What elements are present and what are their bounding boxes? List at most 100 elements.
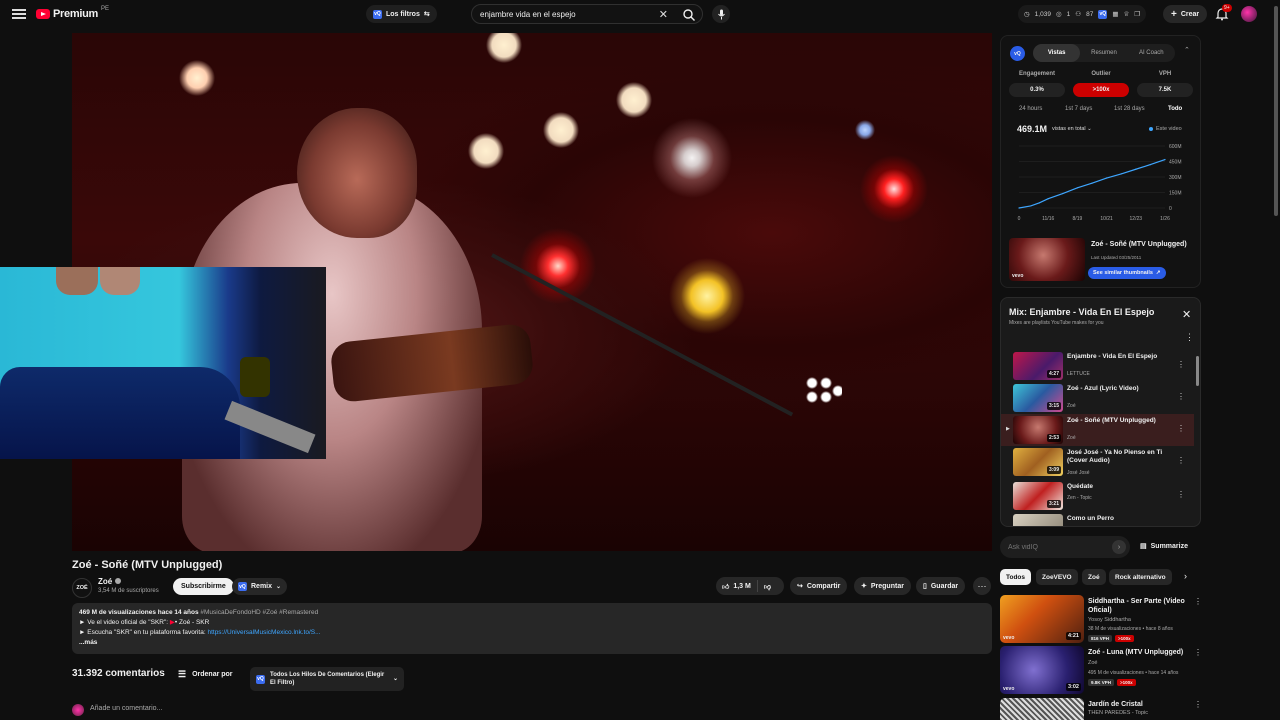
see-similar-thumbnails-button[interactable]: See similar thumbnails ↗ <box>1088 267 1166 279</box>
channel-name-text[interactable]: Zoé <box>98 577 112 586</box>
similar-video-thumbnail[interactable]: vevo <box>1009 238 1085 281</box>
range-all[interactable]: Todo <box>1168 106 1182 112</box>
vidiq-icon: vQ <box>373 9 382 19</box>
filters-button[interactable]: vQ Los filtros ⇆ <box>366 5 437 23</box>
more-actions-button[interactable]: ⋯ <box>973 577 991 595</box>
close-icon[interactable]: ✕ <box>1182 308 1191 321</box>
webcam-overlay <box>0 267 326 459</box>
chevron-down-icon: ⌄ <box>392 676 398 682</box>
share-button[interactable]: ↪ Compartir <box>790 577 848 595</box>
dislike-button[interactable]: 👎︎ <box>758 582 777 591</box>
create-button[interactable]: + Crear <box>1163 5 1208 23</box>
recommended-video[interactable]: vevo 4:21 Siddhartha - Ser Parte (Video … <box>1000 595 1210 645</box>
description-box[interactable]: 469 M de visualizaciones hace 14 años #M… <box>72 603 992 654</box>
like-button[interactable]: 👍︎ 1,3 M <box>716 580 758 592</box>
bookmark-icon: ▯ <box>923 583 927 590</box>
tab-vistas[interactable]: Vistas <box>1033 44 1081 62</box>
microphone-icon[interactable] <box>712 5 730 23</box>
views-selector[interactable]: vistas en total ⌄ <box>1052 126 1092 132</box>
channel-name[interactable]: Zoé <box>98 577 122 586</box>
vph-badge: 9.8K VPH <box>1088 679 1115 686</box>
summarize-button[interactable]: ▤ Summarize <box>1140 542 1188 551</box>
range-first-7-days[interactable]: 1st 7 days <box>1065 106 1092 112</box>
playlist-item[interactable]: 4:27 Enjambre - Vida En El Espejo LETTUC… <box>1001 350 1194 382</box>
account-avatar[interactable] <box>1241 6 1257 22</box>
ask-vidiq-box: › <box>1000 536 1130 558</box>
video-title: Zoé - Soñé (MTV Unplugged) <box>72 559 223 571</box>
more-vertical-icon[interactable]: ⋮ <box>1185 332 1194 343</box>
more-vertical-icon[interactable]: ⋮ <box>1194 700 1202 709</box>
subscribe-button[interactable]: Subscribirme <box>173 578 234 595</box>
data-point <box>1047 198 1049 200</box>
thread-filter-dropdown[interactable]: vQ Todos Los Hilos De Comentarios (Elegi… <box>250 667 404 691</box>
y-tick-label: 450M <box>1169 160 1182 166</box>
vidiq-panel: vQ Vistas Resumen AI Coach ⌃ Engagement … <box>1000 35 1201 288</box>
more-vertical-icon[interactable]: ⋮ <box>1177 424 1185 433</box>
vph-badge: 816 VPH <box>1088 635 1113 642</box>
more-vertical-icon[interactable]: ⋮ <box>1177 490 1185 499</box>
playlist-item-current[interactable]: ▶ 2:53 Zoé - Soñé (MTV Unplugged) Zoé ⋮ <box>1001 414 1194 446</box>
range-24-hours[interactable]: 24 hours <box>1019 106 1042 112</box>
hashtags[interactable]: #MusicaDeFondoHD #Zoé #Remastered <box>200 609 318 616</box>
save-label: Guardar <box>930 582 959 590</box>
stage-lights <box>802 373 842 413</box>
y-tick-label: 300M <box>1169 175 1182 181</box>
data-point <box>1106 177 1108 179</box>
recommended-channel[interactable]: Yosoy Siddhartha <box>1088 617 1131 623</box>
vidiq-stats-pill[interactable]: ◷ 1,039 ◎ 1 ⚇ 87 vQ ▦ ♕ ❐ <box>1018 5 1147 23</box>
duration: 4:27 <box>1046 370 1061 378</box>
duration: 3:02 <box>1065 683 1081 691</box>
youtube-logo[interactable]: Premium PE <box>36 6 109 20</box>
tab-resumen[interactable]: Resumen <box>1080 44 1127 62</box>
playlist-item[interactable]: 3:21 Quédate Zen - Topic ⋮ <box>1001 480 1194 512</box>
metric-value-vph: 7.5K <box>1137 83 1193 97</box>
playlist-item[interactable]: 3:15 Zoé - Azul (Lyric Video) Zoé ⋮ <box>1001 382 1194 414</box>
data-point <box>1030 205 1032 207</box>
page-scrollbar[interactable] <box>1274 6 1278 216</box>
views-and-age: 469 M de visualizaciones hace 14 años <box>79 609 199 616</box>
playlist-item[interactable]: 3:09 José José - Ya No Pienso en Ti (Cov… <box>1001 446 1194 478</box>
sort-comments-button[interactable]: ☰ Ordenar por <box>178 669 233 680</box>
add-comment-input[interactable]: Añade un comentario... <box>90 705 162 712</box>
search-input[interactable] <box>472 9 642 19</box>
recommended-channel[interactable]: Zoé <box>1088 660 1097 666</box>
save-button[interactable]: ▯ Guardar <box>916 577 966 595</box>
channel-avatar[interactable]: ZOÉ <box>72 578 92 598</box>
description-link[interactable]: https://UniversalMusicMexico.lnk.to/S... <box>207 629 320 636</box>
more-vertical-icon[interactable]: ⋮ <box>1194 597 1202 606</box>
outlier-badge: >100x <box>1117 679 1136 686</box>
search-icon[interactable] <box>682 8 696 22</box>
recommended-video[interactable]: vevo 3:02 Zoé - Luna (MTV Unplugged) Zoé… <box>1000 646 1210 696</box>
recommended-channel[interactable]: THEN PAREDES - Topic <box>1088 710 1148 716</box>
tab-ai-coach[interactable]: AI Coach <box>1128 44 1175 62</box>
range-first-28-days[interactable]: 1st 28 days <box>1114 106 1145 112</box>
plus-icon: + <box>1171 8 1177 20</box>
remix-button[interactable]: vQ Remix ⌄ <box>232 578 288 595</box>
chip-rock-alternativo[interactable]: Rock alternativo <box>1109 569 1172 585</box>
webcam-bed <box>0 367 240 459</box>
ask-button[interactable]: ✦ Preguntar <box>854 577 911 595</box>
webcam-microphone <box>240 357 270 397</box>
playlist-item-channel: José José <box>1067 470 1090 476</box>
playlist-item[interactable]: Como un Perro <box>1001 512 1194 526</box>
more-vertical-icon[interactable]: ⋮ <box>1194 648 1202 657</box>
description-text: ► Ve el video oficial de "SKR": <box>79 619 170 626</box>
chip-zoevevo[interactable]: ZoeVEVO <box>1036 569 1078 585</box>
more-vertical-icon[interactable]: ⋮ <box>1177 392 1185 401</box>
clear-icon[interactable]: ✕ <box>659 8 668 21</box>
recommended-video[interactable]: Jardín de Cristal THEN PAREDES - Topic ⋮ <box>1000 698 1210 720</box>
ask-vidiq-input[interactable] <box>1000 543 1100 551</box>
show-more-link[interactable]: ...más <box>79 638 985 648</box>
top-bar: Premium PE vQ Los filtros ⇆ ✕ ◷ 1,039 ◎ … <box>0 0 1280 28</box>
description-link[interactable]: • Zoé - SKR <box>175 619 209 626</box>
playlist-item-title: Enjambre - Vida En El Espejo <box>1067 353 1158 360</box>
chip-todos[interactable]: Todos <box>1000 569 1032 585</box>
collapse-chevron-icon[interactable]: ⌃ <box>1184 46 1190 54</box>
more-vertical-icon[interactable]: ⋮ <box>1177 360 1185 369</box>
chip-zoe[interactable]: Zoé <box>1082 569 1106 585</box>
playlist-scrollbar[interactable] <box>1196 356 1199 386</box>
more-vertical-icon[interactable]: ⋮ <box>1177 456 1185 465</box>
menu-icon[interactable] <box>12 7 26 21</box>
chevron-right-icon[interactable]: › <box>1184 571 1187 581</box>
send-icon[interactable]: › <box>1112 540 1126 554</box>
